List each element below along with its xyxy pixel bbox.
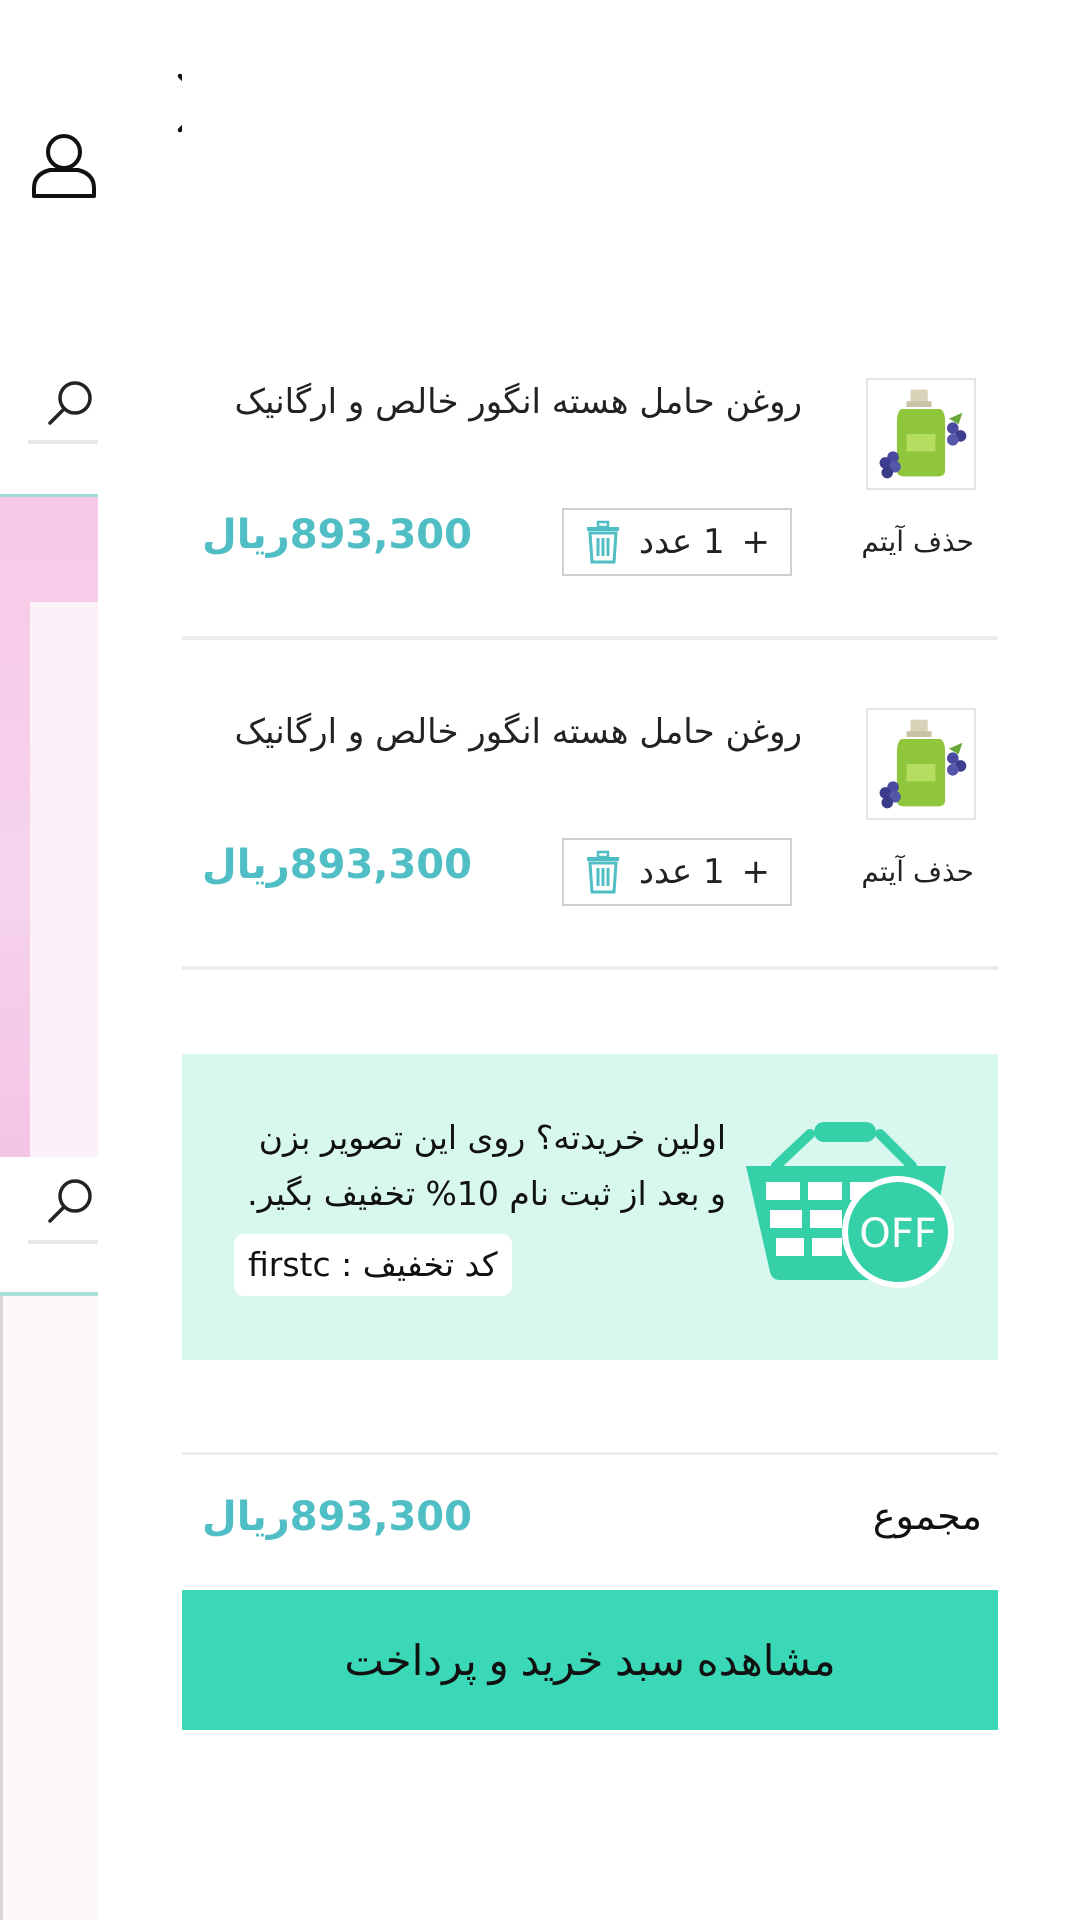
total-label: مجموع xyxy=(872,1494,982,1538)
divider xyxy=(182,1452,998,1455)
trash-icon[interactable] xyxy=(584,520,622,564)
product-thumbnail[interactable] xyxy=(866,378,976,490)
promo-line-2: و بعد از ثبت نام 10% تخفیف بگیر. xyxy=(247,1174,726,1213)
increase-quantity-button[interactable]: + xyxy=(741,852,770,892)
promo-message: اولین خریدته؟ روی این تصویر بزن و بعد از… xyxy=(226,1110,726,1222)
banner-inner xyxy=(30,602,98,1157)
remove-item-link[interactable]: حذف آیتم xyxy=(861,855,974,888)
shopping-basket-off-icon: OFF xyxy=(746,1122,954,1288)
coupon-code: کد تخفیف : firstc xyxy=(234,1234,512,1296)
total-price: 893,300ریال xyxy=(202,1494,472,1540)
divider xyxy=(28,440,98,444)
quantity-value: 1 عدد xyxy=(638,522,725,562)
product-thumbnail[interactable] xyxy=(866,708,976,820)
background-card xyxy=(0,1296,98,1920)
cart-item: روغن حامل هسته انگور خالص و ارگانیک حذف … xyxy=(182,340,998,640)
quantity-stepper: 1 عدد + xyxy=(562,508,792,576)
quantity-stepper: 1 عدد + xyxy=(562,838,792,906)
view-cart-checkout-button[interactable]: مشاهده سبد خرید و پرداخت xyxy=(182,1590,998,1730)
trash-icon[interactable] xyxy=(584,850,622,894)
item-price: 893,300ریال xyxy=(202,512,472,558)
cart-drawer: روغن حامل هسته انگور خالص و ارگانیک حذف … xyxy=(182,0,1080,1920)
product-title[interactable]: روغن حامل هسته انگور خالص و ارگانیک xyxy=(202,712,802,752)
cart-item: روغن حامل هسته انگور خالص و ارگانیک حذف … xyxy=(182,670,998,970)
off-badge-text: OFF xyxy=(859,1211,937,1257)
search-icon[interactable] xyxy=(45,1176,97,1228)
user-icon[interactable] xyxy=(28,128,100,200)
checkout-button-label: مشاهده سبد خرید و پرداخت xyxy=(344,1636,836,1684)
background-page xyxy=(0,0,182,1920)
quantity-value: 1 عدد xyxy=(638,852,725,892)
increase-quantity-button[interactable]: + xyxy=(741,522,770,562)
item-price: 893,300ریال xyxy=(202,842,472,888)
search-icon[interactable] xyxy=(45,378,97,430)
product-title[interactable]: روغن حامل هسته انگور خالص و ارگانیک xyxy=(202,382,802,422)
remove-item-link[interactable]: حذف آیتم xyxy=(861,525,974,558)
first-purchase-promo-banner[interactable]: OFF اولین خریدته؟ روی این تصویر بزن و بع… xyxy=(182,1054,998,1360)
divider xyxy=(28,1240,98,1244)
promo-line-1: اولین خریدته؟ روی این تصویر بزن xyxy=(258,1118,726,1157)
